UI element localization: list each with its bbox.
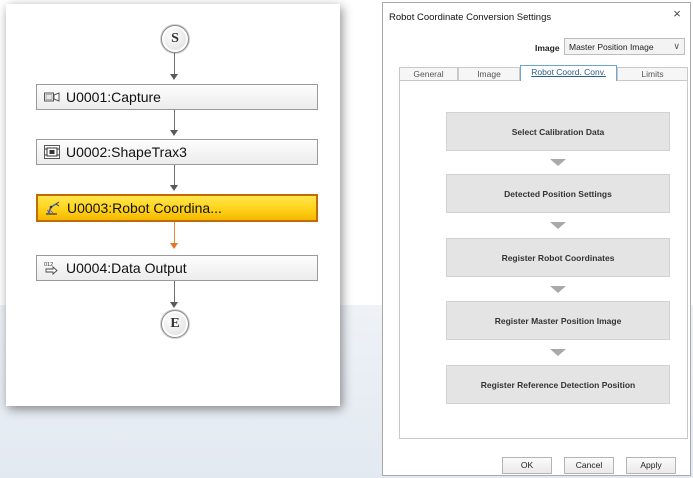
- unit-capture[interactable]: U0001:Capture: [36, 84, 318, 110]
- register-reference-detection-position-button[interactable]: Register Reference Detection Position: [446, 365, 670, 404]
- cancel-button[interactable]: Cancel: [564, 457, 614, 474]
- dialog-title: Robot Coordinate Conversion Settings: [389, 12, 552, 23]
- camera-icon: [44, 92, 60, 102]
- robot-coordinate-dialog: Robot Coordinate Conversion Settings × I…: [382, 2, 691, 476]
- start-node[interactable]: S: [161, 25, 189, 53]
- step-arrow: [550, 349, 566, 356]
- end-node-label: E: [170, 316, 180, 331]
- shape-trax-icon: [44, 145, 60, 159]
- register-robot-coordinates-button[interactable]: Register Robot Coordinates: [446, 238, 670, 277]
- flow-chart-panel: S U0001:Capture U0002:ShapeTrax3 U0003:R…: [6, 4, 340, 406]
- detected-position-settings-button[interactable]: Detected Position Settings: [446, 174, 670, 213]
- chevron-down-icon: ∨: [673, 41, 680, 51]
- connector-arrow: [170, 185, 178, 191]
- select-calibration-data-button[interactable]: Select Calibration Data: [446, 112, 670, 151]
- unit-label: U0001:Capture: [66, 89, 161, 105]
- connector-arrow: [170, 302, 178, 308]
- svg-text:012: 012: [44, 262, 53, 268]
- tab-general[interactable]: General: [399, 67, 458, 81]
- image-select-value: Master Position Image: [569, 41, 654, 52]
- image-label: Image: [535, 43, 560, 53]
- close-icon[interactable]: ×: [670, 7, 684, 21]
- connector-arrow: [170, 130, 178, 136]
- unit-label: U0003:Robot Coordina...: [67, 200, 222, 216]
- robot-arm-icon: [46, 201, 60, 215]
- data-output-icon: 012: [44, 262, 58, 275]
- unit-label: U0002:ShapeTrax3: [66, 144, 187, 160]
- image-select[interactable]: Master Position Image ∨: [564, 38, 685, 55]
- step-arrow: [550, 286, 566, 293]
- unit-data-output[interactable]: 012 U0004:Data Output: [36, 255, 318, 281]
- connector-line-active: [174, 222, 175, 245]
- apply-button[interactable]: Apply: [626, 457, 676, 474]
- connector-arrow: [170, 74, 178, 80]
- tab-panel: Select Calibration Data Detected Positio…: [399, 80, 688, 439]
- tab-limits[interactable]: Limits: [617, 67, 688, 81]
- connector-line: [174, 281, 175, 304]
- connector-line: [174, 165, 175, 187]
- ok-button[interactable]: OK: [502, 457, 552, 474]
- tab-bar: General Image Robot Coord. Conv. Limits: [399, 65, 688, 81]
- step-arrow: [550, 159, 566, 166]
- start-node-label: S: [171, 31, 179, 46]
- tab-image[interactable]: Image: [458, 67, 520, 81]
- unit-label: U0004:Data Output: [66, 260, 187, 276]
- end-node[interactable]: E: [161, 310, 189, 338]
- step-arrow: [550, 222, 566, 229]
- connector-line: [174, 110, 175, 132]
- register-master-position-image-button[interactable]: Register Master Position Image: [446, 301, 670, 340]
- tab-robot-coord-conv[interactable]: Robot Coord. Conv.: [520, 65, 617, 81]
- unit-robot-coordinate[interactable]: U0003:Robot Coordina...: [36, 194, 318, 222]
- unit-shapetrax[interactable]: U0002:ShapeTrax3: [36, 139, 318, 165]
- connector-arrow-active: [170, 243, 178, 249]
